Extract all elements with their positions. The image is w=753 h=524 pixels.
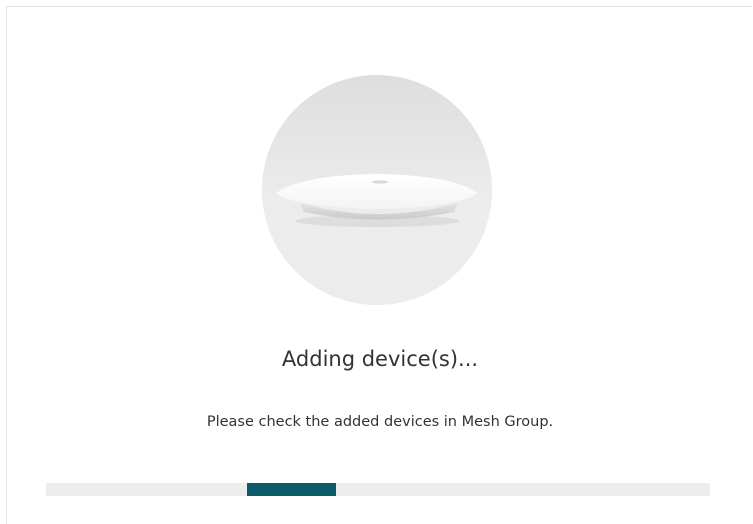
progress-bar: [46, 483, 710, 496]
mesh-group-hint: Please check the added devices in Mesh G…: [206, 414, 554, 430]
access-point-image: [262, 75, 492, 305]
progress-indicator: [247, 483, 336, 496]
adding-devices-heading: Adding device(s)...: [281, 347, 479, 371]
adding-devices-dialog: Adding device(s)... Please check the add…: [6, 6, 752, 524]
